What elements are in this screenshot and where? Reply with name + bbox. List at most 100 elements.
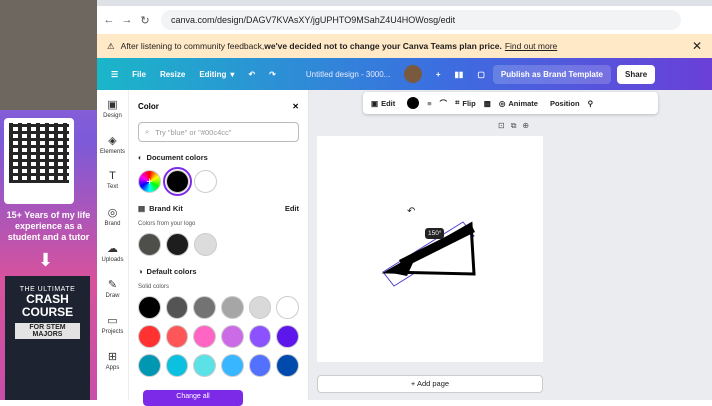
doc-color-swatch[interactable]	[194, 170, 217, 193]
transparency-icon[interactable]: ▩	[484, 99, 491, 108]
close-icon[interactable]: ✕	[292, 102, 299, 111]
change-all-button[interactable]: Change all	[143, 390, 243, 406]
stroke-weight-icon[interactable]: ≡	[427, 99, 431, 108]
book-subtitle: FOR STEM MAJORS	[15, 323, 80, 339]
default-color-swatch[interactable]	[248, 354, 272, 377]
default-color-swatch[interactable]	[138, 354, 161, 377]
animate-icon[interactable]: ◎	[499, 99, 506, 108]
apps-icon: ⊞	[107, 350, 118, 363]
color-search-input[interactable]: ⌕ Try "blue" or "#00c4cc"	[138, 122, 299, 142]
corner-style-icon[interactable]: ⌒	[440, 98, 448, 109]
duplicate-icon: ⧉	[510, 121, 523, 130]
side-rail: ▣ Design ◈ Elements T Text ◎ Brand ☁ Uploads …	[97, 90, 129, 400]
rail-item-brand[interactable]: ◎ Brand	[97, 198, 128, 234]
notice-link[interactable]: Find out more	[505, 41, 557, 51]
add-user-icon[interactable]: +	[436, 70, 441, 79]
default-color-swatch[interactable]	[165, 354, 189, 377]
element-context-toolbar: ▣ Edit ≡ ⌒ ⌗ Flip ▩ ◎ Animate Position ⚲	[363, 92, 658, 114]
default-color-swatch[interactable]	[165, 325, 189, 348]
edit-icon[interactable]: ▣	[371, 99, 378, 108]
file-button[interactable]: File	[132, 70, 146, 79]
undo-icon[interactable]: ↶	[248, 70, 255, 79]
browser-chrome: ← → ↻ canva.com/design/DAGV7KVAsXY/jgUPH…	[97, 0, 712, 34]
back-icon[interactable]: ←	[103, 14, 115, 26]
default-color-swatch[interactable]	[221, 296, 244, 319]
book-title: CRASH COURSE	[21, 292, 74, 319]
brand-edit-link[interactable]: Edit	[285, 204, 299, 213]
reload-icon[interactable]: ↻	[139, 14, 151, 27]
elements-icon: ◈	[108, 134, 117, 147]
solid-colors-label: Solid colors	[138, 284, 170, 290]
rail-item-design[interactable]: ▣ Design	[97, 90, 128, 126]
rail-item-projects[interactable]: ▭ Projects	[97, 306, 128, 342]
doc-color-swatch[interactable]	[163, 167, 192, 196]
arrow-graphic[interactable]: ↶	[317, 136, 543, 362]
add-icon: ⊕	[522, 121, 536, 130]
rail-item-elements[interactable]: ◈ Elements	[97, 126, 128, 162]
insights-icon[interactable]: ▮▮	[455, 70, 464, 79]
add-color-button[interactable]: +	[138, 170, 161, 193]
rail-item-text[interactable]: T Text	[97, 162, 128, 198]
logo-color-swatch[interactable]	[194, 233, 217, 256]
search-icon: ⌕	[145, 127, 150, 136]
position-button[interactable]: Position	[550, 99, 580, 108]
avatar[interactable]	[403, 65, 422, 83]
draw-icon: ✎	[107, 278, 118, 291]
design-title[interactable]: Untitled design - 3000...	[306, 70, 398, 79]
text-icon: T	[109, 170, 116, 182]
redo-icon[interactable]: ↷	[269, 70, 276, 79]
default-color-swatch[interactable]	[138, 296, 161, 319]
default-color-swatch[interactable]	[248, 325, 272, 348]
promo-sidebar: 15+ Years of my life experience as a stu…	[0, 0, 97, 400]
rail-item-draw[interactable]: ✎ Draw	[97, 270, 128, 306]
rail-item-apps[interactable]: ⊞ Apps	[97, 342, 128, 378]
qr-code	[4, 118, 74, 204]
crop-icon[interactable]: ⌗	[455, 98, 459, 108]
share-button[interactable]: Share	[617, 64, 656, 84]
lock-icon: ⊡	[498, 121, 511, 130]
rail-item-uploads[interactable]: ☁ Uploads	[97, 234, 128, 270]
notice-bold: we've decided not to change your Canva T…	[264, 41, 502, 51]
notice-text: After listening to community feedback,	[120, 41, 265, 51]
default-color-swatch[interactable]	[165, 296, 189, 319]
url-input[interactable]: canva.com/design/DAGV7KVAsXY/jgUPHTO9MSa…	[161, 10, 681, 30]
default-color-swatch[interactable]	[276, 325, 300, 348]
resize-button[interactable]: Resize	[160, 70, 185, 79]
forward-icon[interactable]: →	[121, 14, 133, 26]
animate-button[interactable]: Animate	[508, 99, 538, 108]
default-color-swatch[interactable]	[248, 296, 272, 319]
page-tools[interactable]: ⊡⧉⊕	[498, 121, 535, 131]
palette-icon: ◑	[138, 266, 143, 276]
logo-color-swatch[interactable]	[138, 233, 161, 256]
editing-button[interactable]: Editing ▾	[199, 70, 234, 79]
default-color-swatch[interactable]	[193, 354, 217, 377]
design-page[interactable]: ↶	[317, 136, 543, 362]
color-swatch-button[interactable]	[407, 97, 420, 109]
default-color-swatch[interactable]	[276, 296, 300, 319]
publish-template-button[interactable]: Publish as Brand Template	[492, 64, 611, 84]
arrow-down-icon: ⬇	[38, 250, 54, 270]
default-color-swatch[interactable]	[221, 354, 244, 377]
default-color-swatch[interactable]	[221, 325, 244, 348]
paint-format-icon[interactable]: ⚲	[588, 99, 594, 108]
svg-text:↶: ↶	[407, 206, 415, 217]
notice-banner: ⚠ After listening to community feedback,…	[97, 34, 712, 58]
promo-text: 15+ Years of my life experience as a stu…	[6, 210, 91, 242]
edit-button[interactable]: Edit	[381, 99, 395, 108]
close-icon[interactable]: ✕	[692, 39, 702, 53]
default-color-swatch[interactable]	[138, 325, 161, 348]
add-page-button[interactable]: + Add page	[317, 375, 543, 393]
address-bar: ← → ↻ canva.com/design/DAGV7KVAsXY/jgUPH…	[97, 6, 712, 34]
editor-toolbar: ☰ File Resize Editing ▾ ↶ ↷ Untitled des…	[97, 58, 712, 90]
flip-button[interactable]: Flip	[462, 99, 475, 108]
menu-icon[interactable]: ☰	[111, 70, 118, 79]
comment-icon[interactable]: ▢	[477, 70, 485, 79]
default-color-swatch[interactable]	[193, 296, 217, 319]
logo-color-swatch[interactable]	[166, 233, 189, 256]
webcam-overlay	[0, 0, 97, 110]
default-color-swatch[interactable]	[193, 325, 217, 348]
brand-icon: ◎	[107, 206, 118, 219]
panel-title: Color	[138, 101, 159, 111]
brand-kit-heading: Brand Kit	[149, 203, 183, 213]
default-color-swatch[interactable]	[276, 354, 300, 377]
